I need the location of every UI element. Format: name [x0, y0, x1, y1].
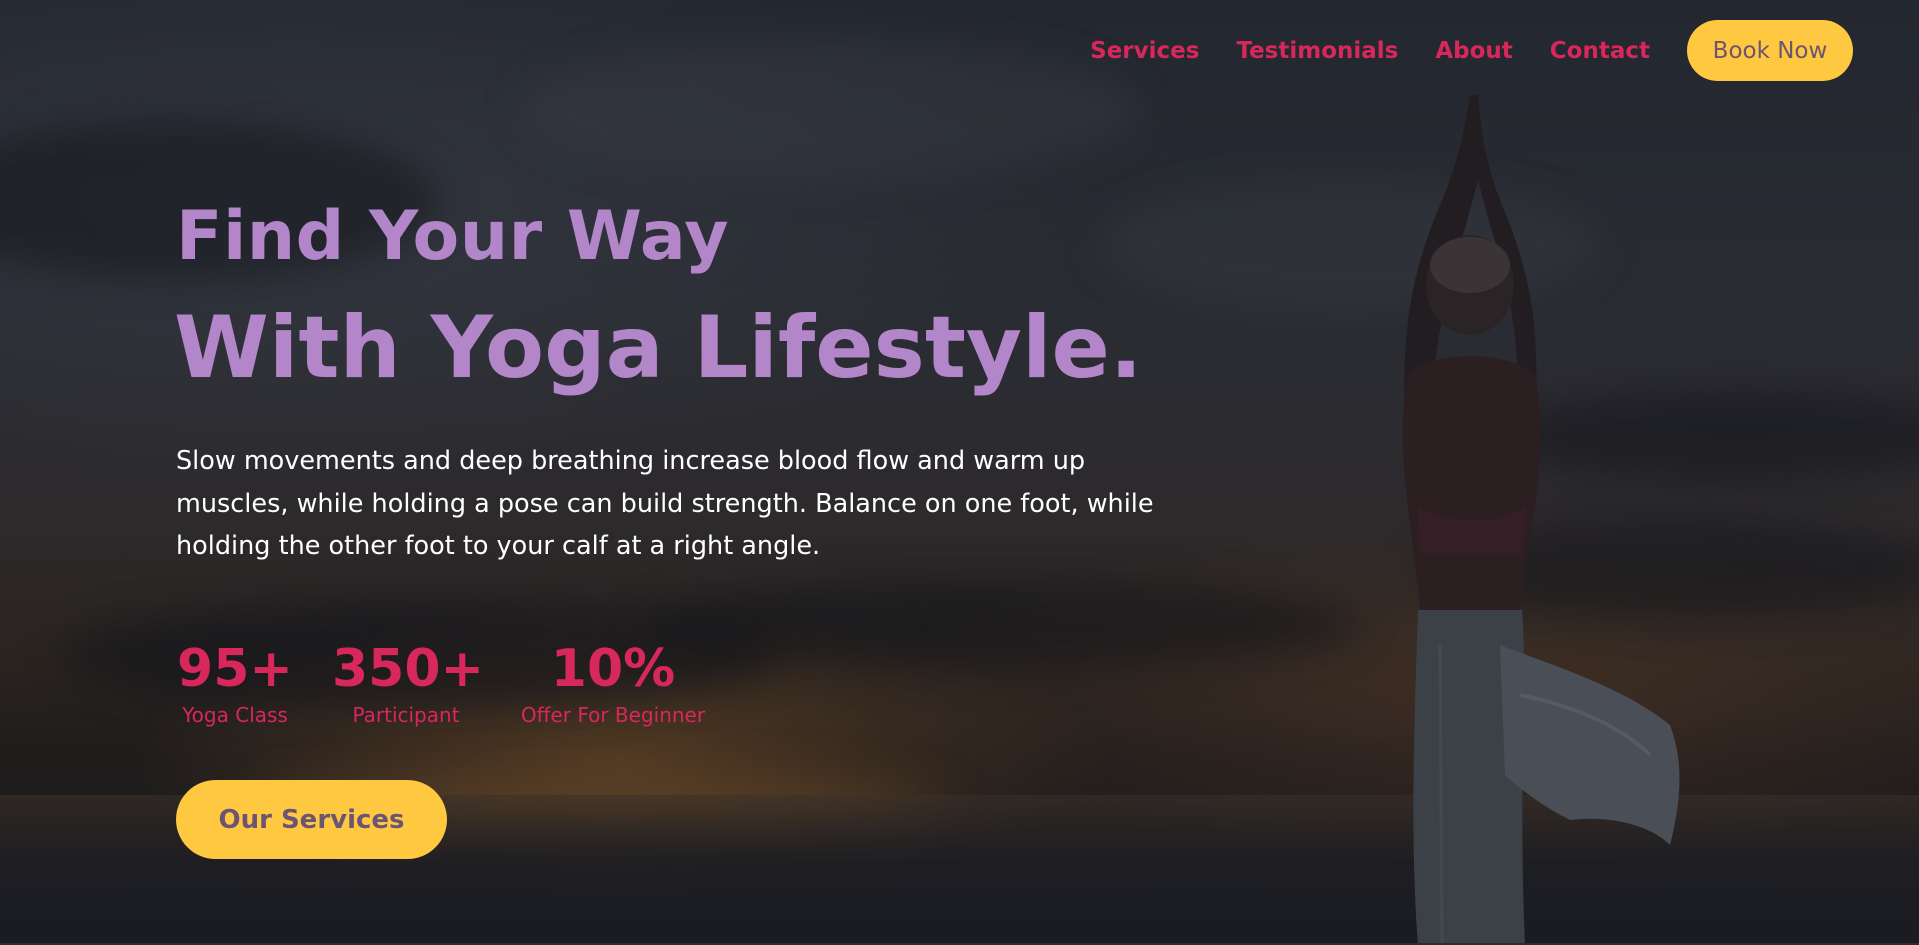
nav-link-contact[interactable]: Contact	[1550, 38, 1650, 64]
stat-value: 10%	[550, 639, 676, 699]
background-cloud	[640, 580, 1360, 670]
stat-offer: 10% Offer For Beginner	[518, 636, 708, 728]
stat-label: Yoga Class	[182, 703, 288, 727]
background-cloud	[520, 40, 1140, 180]
hero-description: Slow movements and deep breathing increa…	[176, 446, 1154, 561]
hero-title-line1: Find Your Way	[176, 197, 730, 276]
book-now-button[interactable]: Book Now	[1687, 20, 1853, 81]
stat-label: Offer For Beginner	[520, 703, 706, 727]
stat-participant: 350+ Participant	[332, 636, 485, 728]
nav-link-about[interactable]: About	[1435, 38, 1512, 64]
stat-value: 350+	[332, 639, 485, 699]
hero-section: Services Testimonials About Contact Book…	[0, 0, 1919, 945]
our-services-button[interactable]: Our Services	[176, 780, 447, 859]
silhouette-leg-bent	[1500, 645, 1680, 845]
nav-link-testimonials[interactable]: Testimonials	[1236, 38, 1398, 64]
stat-yoga-class: 95+ Yoga Class	[176, 636, 294, 728]
yoga-pose-silhouette	[1402, 95, 1680, 945]
stat-value: 95+	[177, 639, 293, 699]
hero-title-line2: With Yoga Lifestyle.	[174, 298, 1143, 398]
nav-link-services[interactable]: Services	[1090, 38, 1199, 64]
silhouette-torso	[1402, 356, 1541, 610]
stat-label: Participant	[352, 703, 460, 727]
main-nav: Services Testimonials About Contact Book…	[1053, 20, 1853, 81]
